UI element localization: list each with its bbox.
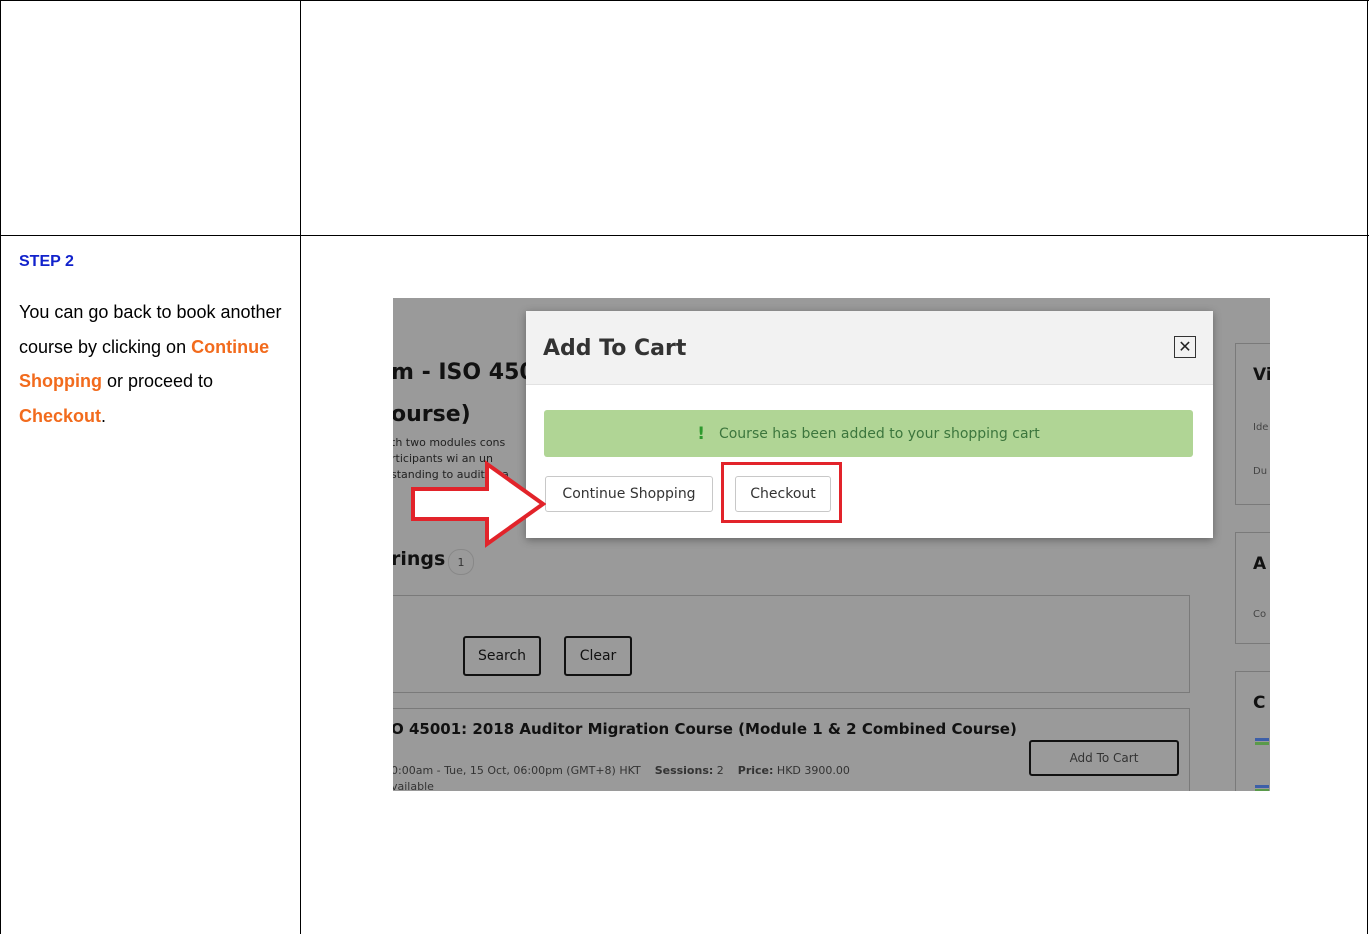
close-icon[interactable]: ✕ bbox=[1174, 336, 1196, 358]
add-to-cart-button[interactable]: Add To Cart bbox=[1029, 740, 1179, 776]
table-border-top bbox=[0, 0, 1369, 1]
step-instructions: You can go back to book another course b… bbox=[19, 295, 289, 433]
sidebar-row: Co bbox=[1253, 609, 1267, 620]
sessions-label: Sessions: bbox=[654, 764, 714, 777]
sidebar-panel-categories bbox=[1235, 671, 1270, 791]
sidebar-heading: Vi bbox=[1253, 365, 1270, 385]
category-color-bars bbox=[1255, 785, 1269, 791]
course-page-screenshot: m - ISO 450 ourse) th two modules cons r… bbox=[393, 298, 1270, 791]
success-alert: ! Course has been added to your shopping… bbox=[544, 410, 1193, 457]
modal-header: Add To Cart ✕ bbox=[526, 311, 1213, 385]
offering-schedule: 0:00am - Tue, 15 Oct, 06:00pm (GMT+8) HK… bbox=[393, 764, 850, 777]
search-button[interactable]: Search bbox=[463, 636, 541, 676]
checkout-highlight: Checkout bbox=[19, 405, 102, 426]
availability-text: vailable bbox=[393, 780, 434, 791]
offerings-heading: rings bbox=[393, 548, 446, 570]
offering-dates: 0:00am - Tue, 15 Oct, 06:00pm (GMT+8) HK… bbox=[393, 764, 641, 777]
add-to-cart-modal: Add To Cart ✕ ! Course has been added to… bbox=[526, 311, 1213, 538]
table-column-divider bbox=[300, 0, 301, 934]
alert-message: Course has been added to your shopping c… bbox=[718, 425, 1040, 442]
sessions-value: 2 bbox=[716, 764, 724, 777]
modal-title: Add To Cart bbox=[543, 336, 687, 361]
checkout-highlight-box bbox=[721, 462, 842, 523]
price-label: Price: bbox=[737, 764, 774, 777]
course-heading-line2: ourse) bbox=[393, 402, 471, 427]
step-text-part: . bbox=[101, 405, 107, 426]
course-desc-line: th two modules cons bbox=[393, 436, 506, 449]
price-value: HKD 3900.00 bbox=[776, 764, 850, 777]
annotation-arrow-icon bbox=[411, 460, 546, 548]
step-title: STEP 2 bbox=[19, 253, 74, 270]
step-text-part: or proceed to bbox=[101, 371, 214, 391]
offering-course-title: O 45001: 2018 Auditor Migration Course (… bbox=[393, 720, 1017, 738]
sidebar-heading: C bbox=[1253, 693, 1266, 713]
sidebar-row: Du bbox=[1253, 466, 1268, 477]
continue-shopping-button[interactable]: Continue Shopping bbox=[545, 476, 713, 512]
exclamation-icon: ! bbox=[697, 423, 705, 444]
table-row-divider bbox=[0, 235, 1369, 236]
sidebar-row: Ide bbox=[1253, 422, 1269, 433]
offerings-count-badge: 1 bbox=[448, 549, 474, 575]
category-color-bars bbox=[1255, 738, 1269, 745]
table-border-left bbox=[0, 0, 1, 934]
table-border-right bbox=[1367, 0, 1368, 934]
sidebar-panel-actions bbox=[1235, 532, 1270, 644]
clear-button[interactable]: Clear bbox=[564, 636, 632, 676]
sidebar-heading: A bbox=[1253, 554, 1267, 574]
course-heading-line1: m - ISO 450 bbox=[393, 360, 535, 385]
